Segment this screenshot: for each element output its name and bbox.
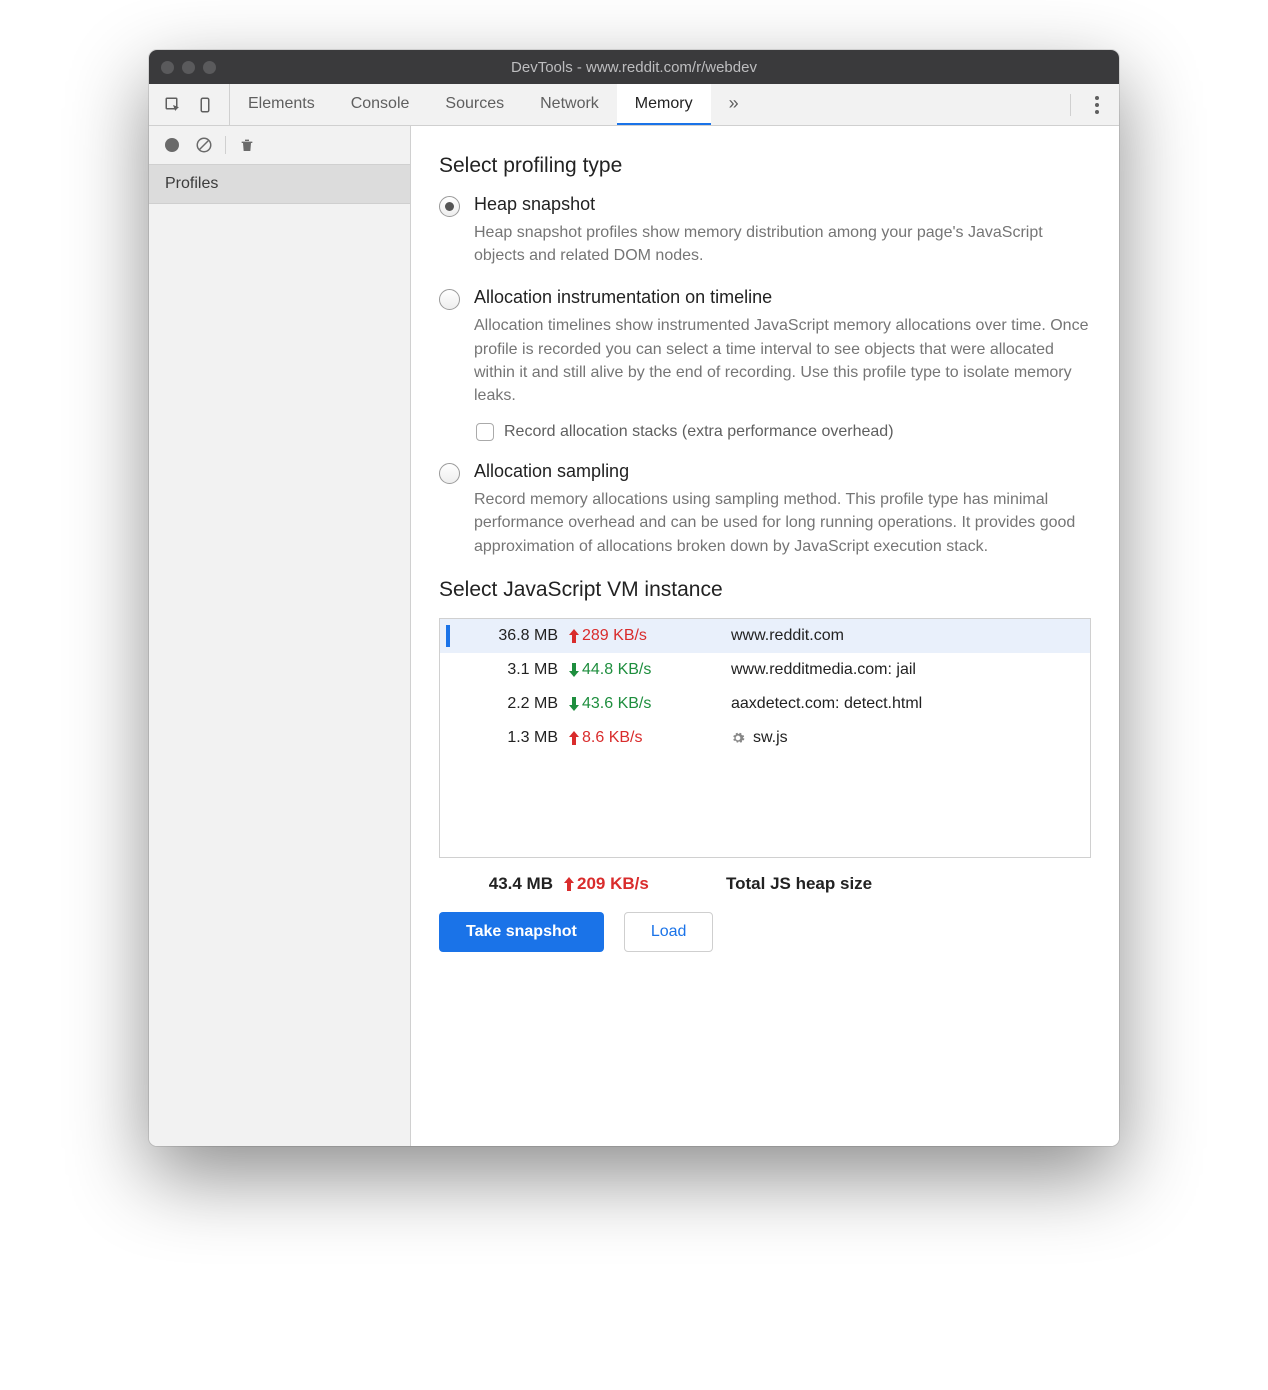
record-icon[interactable]: [161, 134, 183, 156]
vm-instance-row[interactable]: 1.3 MB 8.6 KB/s sw.js: [440, 721, 1090, 755]
option-desc: Allocation timelines show instrumented J…: [474, 314, 1091, 407]
selection-indicator: [446, 659, 450, 681]
arrow-down-icon: [568, 663, 580, 677]
sidebar-toolbar: [149, 126, 410, 165]
arrow-up-icon: [568, 629, 580, 643]
total-label: Total JS heap size: [698, 874, 1081, 894]
memory-panel: Select profiling type Heap snapshot Heap…: [411, 126, 1119, 1146]
vm-url-text: www.reddit.com: [731, 627, 844, 645]
vm-instance-list: 36.8 MB 289 KB/s www.reddit.com 3.1 MB 44.8 …: [439, 618, 1091, 858]
vm-size: 3.1 MB: [458, 661, 568, 679]
option-allocation-sampling[interactable]: Allocation sampling Record memory alloca…: [439, 461, 1091, 558]
inspect-element-icon[interactable]: [163, 95, 183, 115]
vm-url: www.redditmedia.com: jail: [703, 661, 1080, 679]
profiles-sidebar: Profiles: [149, 126, 411, 1146]
vm-url-text: sw.js: [753, 729, 788, 747]
sidebar-section-profiles[interactable]: Profiles: [149, 165, 410, 204]
vm-size: 1.3 MB: [458, 729, 568, 747]
vm-rate-value: 43.6 KB/s: [582, 695, 651, 713]
vm-rate: 43.6 KB/s: [568, 695, 703, 713]
radio-allocation-timeline[interactable]: [439, 289, 460, 310]
arrow-up-icon: [568, 731, 580, 745]
vm-rate: 44.8 KB/s: [568, 661, 703, 679]
record-stacks-label: Record allocation stacks (extra performa…: [504, 423, 894, 441]
take-snapshot-button[interactable]: Take snapshot: [439, 912, 604, 952]
total-rate-value: 209 KB/s: [577, 874, 649, 894]
selection-indicator: [446, 727, 450, 749]
vm-url: sw.js: [703, 729, 1080, 747]
vm-url: www.reddit.com: [703, 627, 1080, 645]
radio-allocation-sampling[interactable]: [439, 463, 460, 484]
arrow-up-icon: [563, 877, 575, 891]
devtools-tabbar: Elements Console Sources Network Memory …: [149, 84, 1119, 126]
vm-rate-value: 44.8 KB/s: [582, 661, 651, 679]
clear-icon[interactable]: [193, 134, 215, 156]
tab-network[interactable]: Network: [522, 84, 617, 125]
vm-instance-row[interactable]: 2.2 MB 43.6 KB/s aaxdetect.com: detect.htm…: [440, 687, 1090, 721]
vm-url: aaxdetect.com: detect.html: [703, 695, 1080, 713]
option-allocation-timeline[interactable]: Allocation instrumentation on timeline A…: [439, 287, 1091, 441]
option-title: Allocation instrumentation on timeline: [474, 287, 1091, 308]
tabbar-left-tools: [149, 84, 230, 125]
devtools-window: DevTools - www.reddit.com/r/webdev Eleme…: [149, 50, 1119, 1146]
toggle-device-icon[interactable]: [195, 95, 215, 115]
divider: [225, 136, 226, 154]
vm-url-text: aaxdetect.com: detect.html: [731, 695, 922, 713]
total-rate: 209 KB/s: [563, 874, 698, 894]
vm-rate-value: 289 KB/s: [582, 627, 647, 645]
vm-instance-row[interactable]: 3.1 MB 44.8 KB/s www.redditmedia.com: jail: [440, 653, 1090, 687]
gear-icon: [731, 731, 745, 745]
vm-rate: 289 KB/s: [568, 627, 703, 645]
panel-body: Profiles Select profiling type Heap snap…: [149, 126, 1119, 1146]
total-size: 43.4 MB: [457, 874, 563, 894]
option-desc: Heap snapshot profiles show memory distr…: [474, 221, 1091, 267]
vm-size: 2.2 MB: [458, 695, 568, 713]
vm-totals-row: 43.4 MB 209 KB/s Total JS heap size: [439, 858, 1091, 912]
heading-vm-instance: Select JavaScript VM instance: [439, 578, 1091, 602]
selection-indicator: [446, 625, 450, 647]
vm-size: 36.8 MB: [458, 627, 568, 645]
action-buttons: Take snapshot Load: [439, 912, 1091, 952]
tab-more[interactable]: »: [711, 84, 757, 125]
arrow-down-icon: [568, 697, 580, 711]
selection-indicator: [446, 693, 450, 715]
record-stacks-subopt[interactable]: Record allocation stacks (extra performa…: [476, 423, 1091, 441]
kebab-menu-icon[interactable]: [1087, 95, 1107, 115]
load-button[interactable]: Load: [624, 912, 714, 952]
tab-memory[interactable]: Memory: [617, 84, 711, 125]
titlebar: DevTools - www.reddit.com/r/webdev: [149, 50, 1119, 84]
option-heap-snapshot[interactable]: Heap snapshot Heap snapshot profiles sho…: [439, 194, 1091, 267]
heading-profiling-type: Select profiling type: [439, 154, 1091, 178]
checkbox-record-stacks[interactable]: [476, 423, 494, 441]
option-desc: Record memory allocations using sampling…: [474, 488, 1091, 558]
panel-tabs: Elements Console Sources Network Memory …: [230, 84, 757, 125]
vm-rate-value: 8.6 KB/s: [582, 729, 642, 747]
tabbar-right: [1058, 94, 1119, 116]
tab-elements[interactable]: Elements: [230, 84, 333, 125]
tab-console[interactable]: Console: [333, 84, 428, 125]
divider: [1070, 94, 1071, 116]
window-title: DevTools - www.reddit.com/r/webdev: [149, 59, 1119, 76]
option-title: Heap snapshot: [474, 194, 1091, 215]
radio-heap-snapshot[interactable]: [439, 196, 460, 217]
option-title: Allocation sampling: [474, 461, 1091, 482]
vm-url-text: www.redditmedia.com: jail: [731, 661, 916, 679]
trash-icon[interactable]: [236, 134, 258, 156]
tab-sources[interactable]: Sources: [427, 84, 522, 125]
vm-rate: 8.6 KB/s: [568, 729, 703, 747]
vm-instance-row[interactable]: 36.8 MB 289 KB/s www.reddit.com: [440, 619, 1090, 653]
